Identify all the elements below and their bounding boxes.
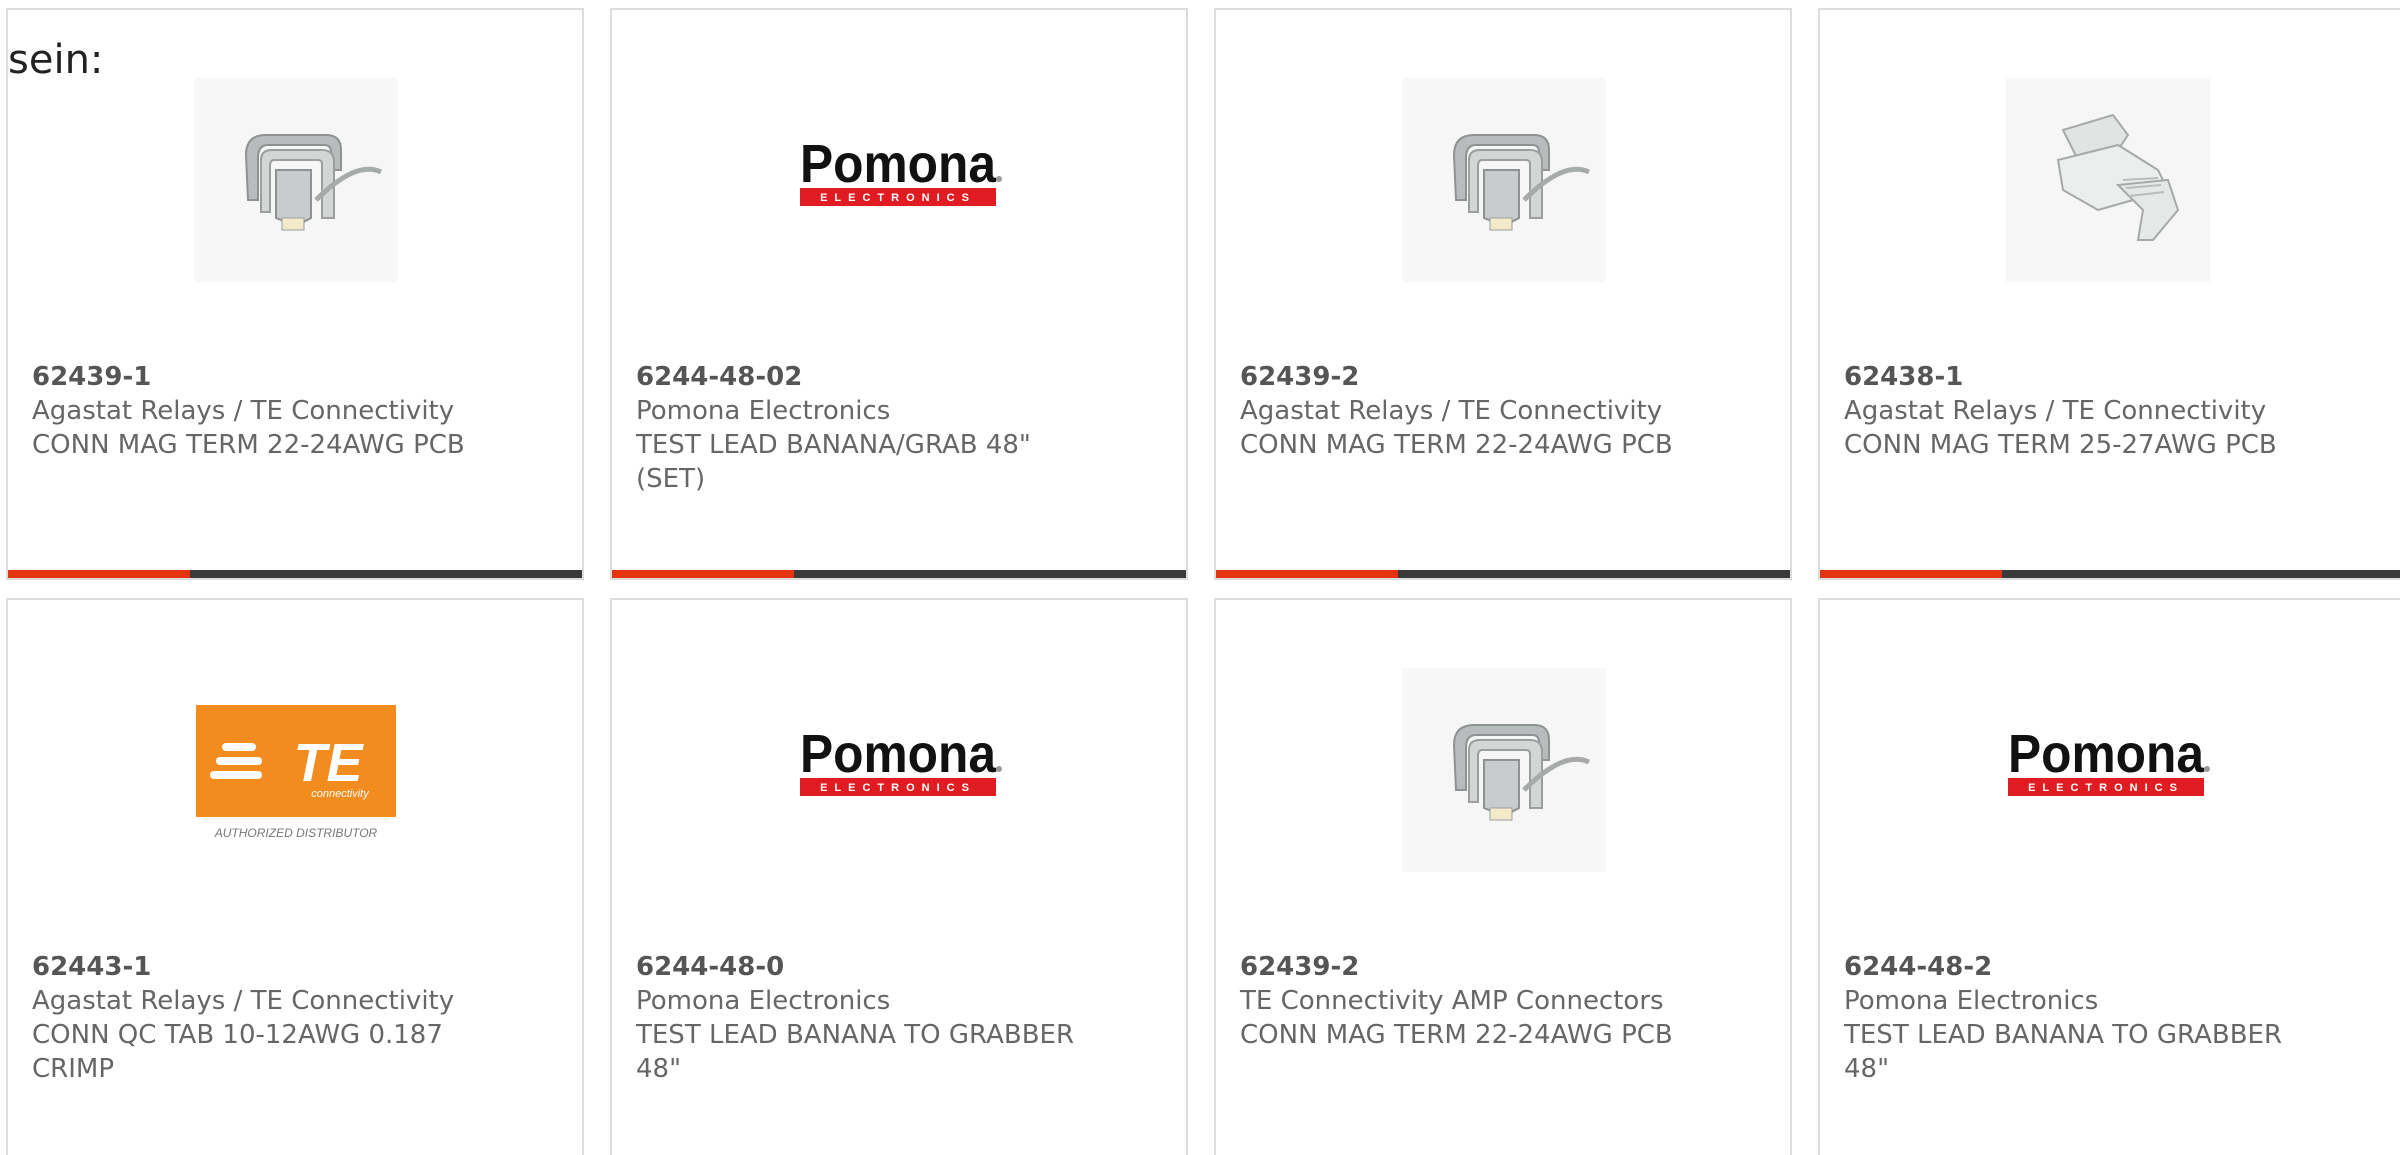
- product-card[interactable]: Pomona ELECTRONICS 6244-48-0 Pomona Elec…: [610, 598, 1188, 1155]
- svg-text:TE: TE: [293, 733, 364, 793]
- part-number-link[interactable]: 62439-2: [1240, 360, 1710, 394]
- card-accent-bar: [1820, 570, 2002, 578]
- te-connectivity-logo: TE connectivity AUTHORIZED DISTRIBUTOR: [196, 705, 396, 840]
- product-info: 6244-48-2 Pomona Electronics TEST LEAD B…: [1844, 950, 2314, 1086]
- product-image[interactable]: [1402, 78, 1606, 282]
- manufacturer-name: Pomona Electronics: [636, 396, 891, 426]
- product-info: 6244-48-0 Pomona Electronics TEST LEAD B…: [636, 950, 1106, 1086]
- product-card[interactable]: TE connectivity AUTHORIZED DISTRIBUTOR 6…: [6, 598, 584, 1155]
- product-image[interactable]: [194, 78, 398, 282]
- pomona-logo: Pomona ELECTRONICS: [2008, 730, 2210, 796]
- product-info: 62438-1 Agastat Relays / TE Connectivity…: [1844, 360, 2314, 462]
- clip-terminal-icon: [1414, 100, 1594, 260]
- pomona-logo: Pomona ELECTRONICS: [800, 730, 1002, 796]
- svg-text:ELECTRONICS: ELECTRONICS: [2028, 782, 2184, 794]
- svg-text:AUTHORIZED DISTRIBUTOR: AUTHORIZED DISTRIBUTOR: [214, 826, 378, 840]
- product-image[interactable]: Pomona ELECTRONICS: [798, 78, 1002, 282]
- product-card[interactable]: 62439-1 Agastat Relays / TE Connectivity…: [6, 8, 584, 580]
- product-image[interactable]: [2006, 78, 2210, 282]
- page-heading: sein:: [8, 37, 104, 83]
- product-card[interactable]: 62439-2 Agastat Relays / TE Connectivity…: [1214, 8, 1792, 580]
- card-accent-bar: [8, 570, 190, 578]
- manufacturer-name: Pomona Electronics: [636, 986, 891, 1016]
- pomona-logo: Pomona ELECTRONICS: [800, 140, 1002, 206]
- product-description: TEST LEAD BANANA TO GRABBER 48": [1844, 1020, 2283, 1084]
- svg-text:Pomona: Pomona: [800, 730, 997, 784]
- part-number-link[interactable]: 62438-1: [1844, 360, 2314, 394]
- clip-terminal-icon: [1414, 690, 1594, 850]
- product-description: CONN MAG TERM 22-24AWG PCB: [32, 430, 465, 460]
- product-image[interactable]: Pomona ELECTRONICS: [2006, 668, 2210, 872]
- product-card[interactable]: 62439-2 TE Connectivity AMP Connectors C…: [1214, 598, 1792, 1155]
- product-info: 62439-1 Agastat Relays / TE Connectivity…: [32, 360, 502, 462]
- card-footer-bar: [612, 570, 1186, 578]
- product-description: CONN MAG TERM 22-24AWG PCB: [1240, 1020, 1673, 1050]
- product-grid-page: sein: 62439-1 Agastat Relays / TE Connec…: [0, 0, 2400, 1155]
- card-accent-bar: [612, 570, 794, 578]
- svg-text:ELECTRONICS: ELECTRONICS: [820, 192, 976, 204]
- svg-text:Pomona: Pomona: [800, 140, 997, 194]
- part-number-link[interactable]: 6244-48-2: [1844, 950, 2314, 984]
- product-image[interactable]: [1402, 668, 1606, 872]
- part-number-link[interactable]: 62443-1: [32, 950, 502, 984]
- svg-text:connectivity: connectivity: [311, 788, 370, 800]
- product-info: 62439-2 Agastat Relays / TE Connectivity…: [1240, 360, 1710, 462]
- svg-text:Pomona: Pomona: [2008, 730, 2205, 784]
- clip-terminal-icon: [206, 100, 386, 260]
- product-card[interactable]: Pomona ELECTRONICS 6244-48-2 Pomona Elec…: [1818, 598, 2400, 1155]
- product-info: 62439-2 TE Connectivity AMP Connectors C…: [1240, 950, 1710, 1052]
- product-image[interactable]: TE connectivity AUTHORIZED DISTRIBUTOR: [194, 668, 398, 872]
- product-description: TEST LEAD BANANA TO GRABBER 48": [636, 1020, 1075, 1084]
- card-footer-bar: [8, 570, 582, 578]
- part-number-link[interactable]: 6244-48-0: [636, 950, 1106, 984]
- product-description: CONN MAG TERM 25-27AWG PCB: [1844, 430, 2277, 460]
- card-accent-bar: [1216, 570, 1398, 578]
- product-card[interactable]: 62438-1 Agastat Relays / TE Connectivity…: [1818, 8, 2400, 580]
- product-description: CONN QC TAB 10-12AWG 0.187 CRIMP: [32, 1020, 443, 1084]
- product-info: 6244-48-02 Pomona Electronics TEST LEAD …: [636, 360, 1106, 496]
- manufacturer-name: Agastat Relays / TE Connectivity: [32, 396, 455, 426]
- product-info: 62443-1 Agastat Relays / TE Connectivity…: [32, 950, 502, 1086]
- svg-text:ELECTRONICS: ELECTRONICS: [820, 782, 976, 794]
- part-number-link[interactable]: 6244-48-02: [636, 360, 1106, 394]
- manufacturer-name: TE Connectivity AMP Connectors: [1240, 986, 1664, 1016]
- part-number-link[interactable]: 62439-2: [1240, 950, 1710, 984]
- clip-terminal-icon: [2018, 90, 2198, 270]
- product-description: TEST LEAD BANANA/GRAB 48" (SET): [636, 430, 1031, 494]
- product-image[interactable]: Pomona ELECTRONICS: [798, 668, 1002, 872]
- product-description: CONN MAG TERM 22-24AWG PCB: [1240, 430, 1673, 460]
- part-number-link[interactable]: 62439-1: [32, 360, 502, 394]
- manufacturer-name: Agastat Relays / TE Connectivity: [1240, 396, 1663, 426]
- product-card[interactable]: Pomona ELECTRONICS 6244-48-02 Pomona Ele…: [610, 8, 1188, 580]
- card-footer-bar: [1216, 570, 1790, 578]
- manufacturer-name: Agastat Relays / TE Connectivity: [1844, 396, 2267, 426]
- manufacturer-name: Pomona Electronics: [1844, 986, 2099, 1016]
- manufacturer-name: Agastat Relays / TE Connectivity: [32, 986, 455, 1016]
- card-footer-bar: [1820, 570, 2400, 578]
